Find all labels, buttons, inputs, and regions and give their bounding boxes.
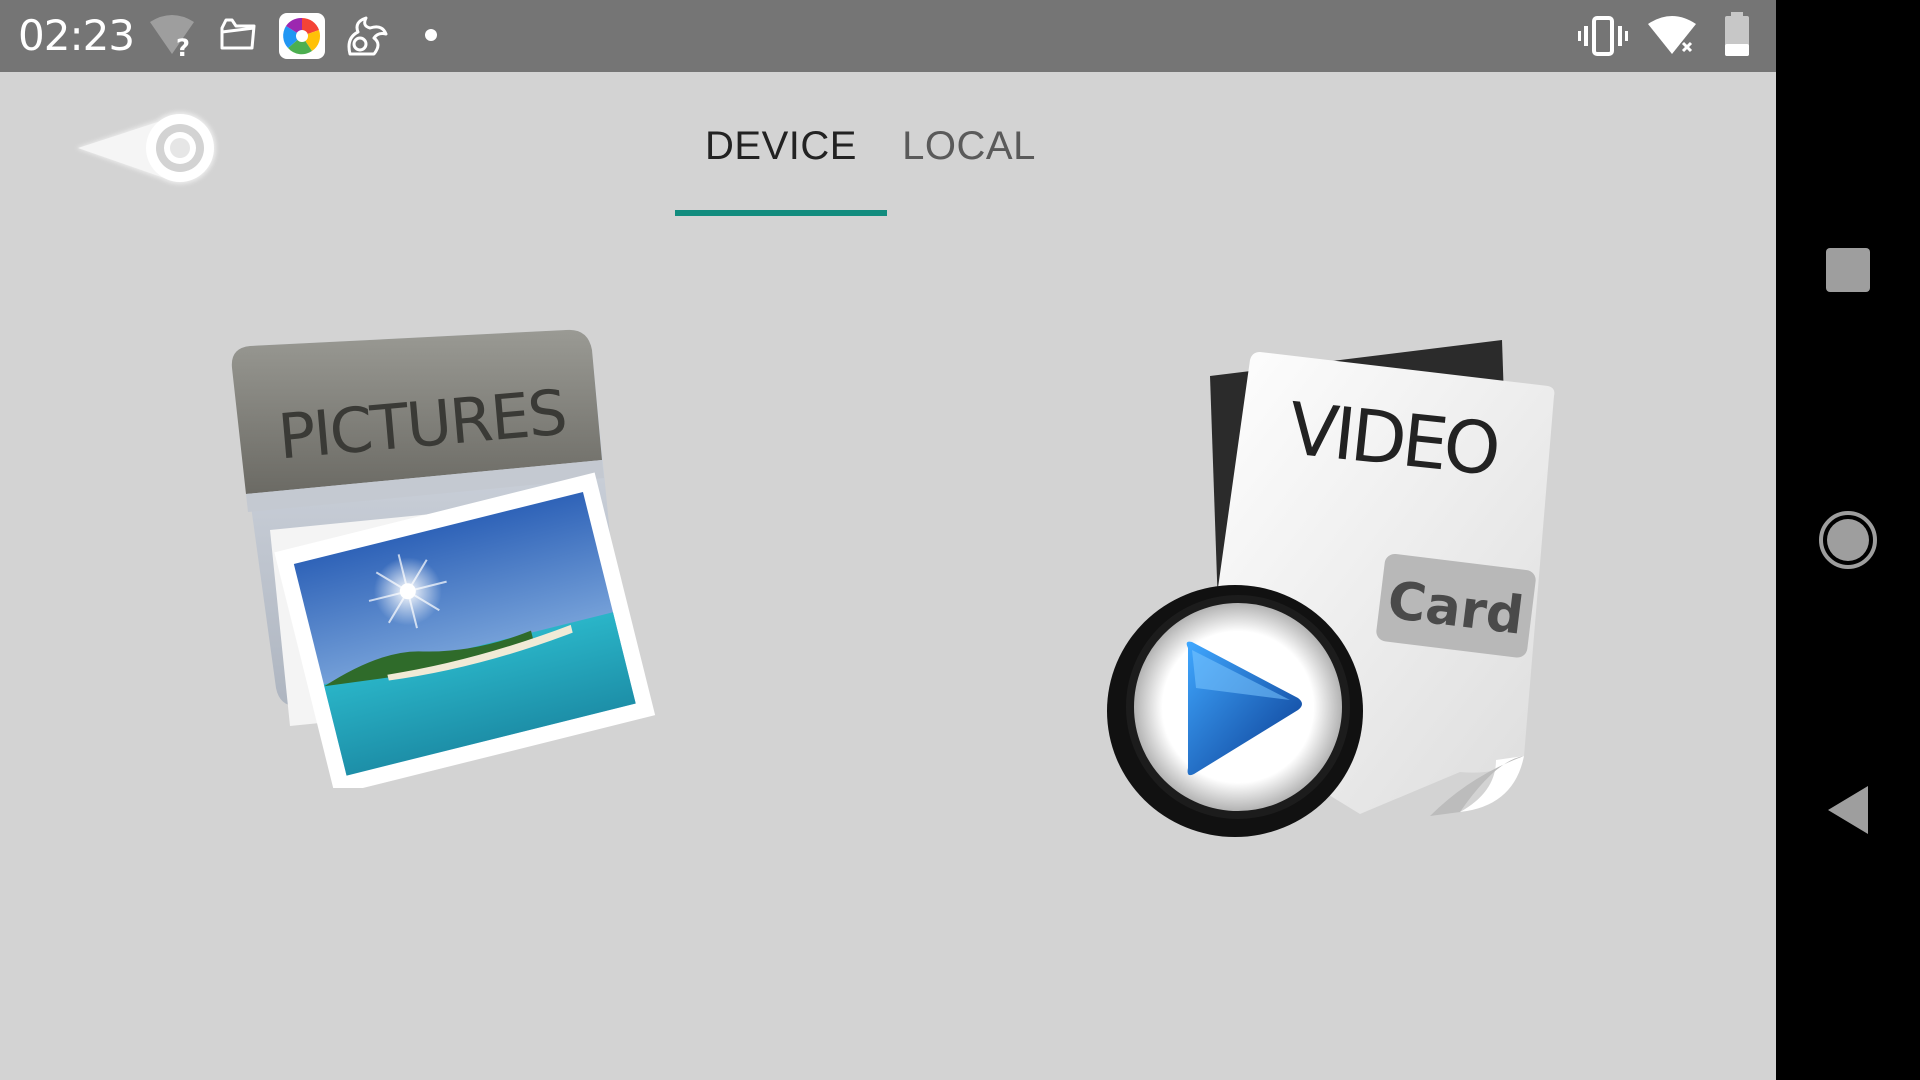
svg-text:?: ?	[176, 34, 190, 58]
status-time: 02:23	[18, 11, 135, 60]
tab-indicator	[675, 210, 887, 216]
back-logo-icon[interactable]	[74, 102, 230, 198]
colorful-app-icon	[279, 13, 325, 59]
app-content: DEVICE LOCAL PICTURES VIDEO Card	[0, 72, 1776, 1080]
squirrel-app-icon	[347, 16, 388, 56]
home-circle-icon[interactable]	[1818, 510, 1878, 570]
folder-outline-icon	[220, 18, 256, 50]
tab-device[interactable]: DEVICE	[675, 112, 887, 212]
video-card-icon: VIDEO Card	[1107, 340, 1555, 837]
pictures-folder-icon: PICTURES	[231, 329, 656, 795]
status-bar: 02:23 ?	[0, 0, 1776, 72]
wifi-disconnected-icon	[1648, 16, 1696, 55]
notification-dot-icon	[425, 29, 437, 41]
recents-square-icon[interactable]	[1818, 240, 1878, 300]
video-tile[interactable]: VIDEO Card	[1100, 336, 1570, 848]
battery-icon	[1725, 12, 1749, 56]
navigation-bar	[1776, 0, 1920, 1080]
wifi-question-icon: ?	[150, 15, 194, 58]
tab-local[interactable]: LOCAL	[901, 112, 1037, 212]
vibrate-icon	[1578, 16, 1628, 56]
pictures-tile[interactable]: PICTURES	[226, 328, 656, 795]
back-triangle-icon[interactable]	[1818, 780, 1878, 840]
